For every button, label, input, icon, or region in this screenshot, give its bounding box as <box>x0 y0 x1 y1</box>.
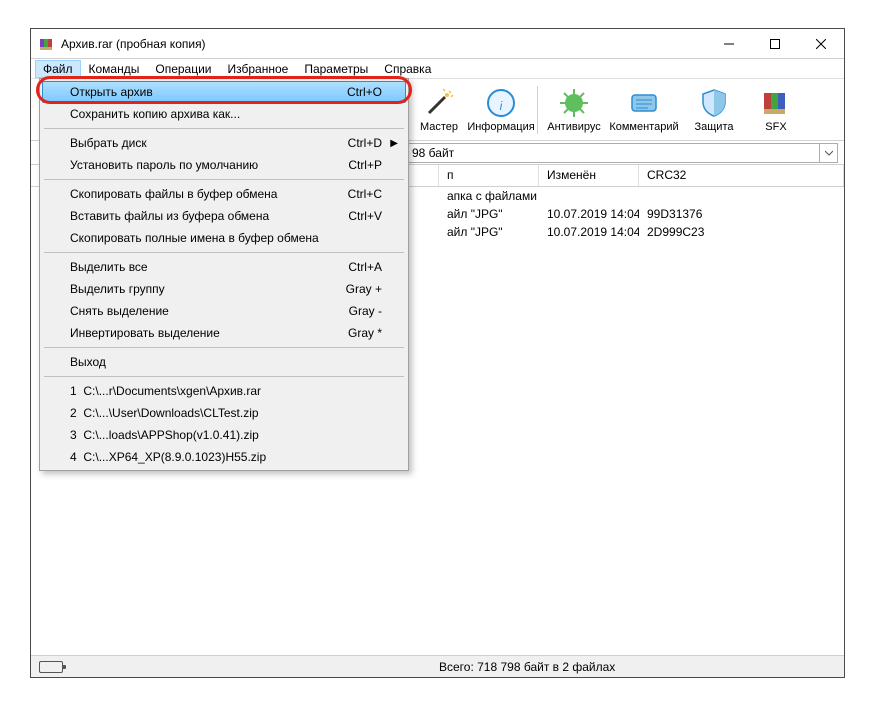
submenu-arrow-icon: ▶ <box>390 138 398 149</box>
menu-open-archive[interactable]: Открыть архив Ctrl+O <box>42 81 406 103</box>
shield-icon <box>698 87 730 119</box>
menu-separator <box>44 252 404 253</box>
menu-separator <box>44 128 404 129</box>
app-icon <box>39 36 55 52</box>
menu-set-password[interactable]: Установить пароль по умолчанию Ctrl+P <box>42 154 406 176</box>
tool-comment[interactable]: Комментарий <box>606 81 682 139</box>
path-dropdown-button[interactable] <box>820 143 838 163</box>
wand-icon <box>423 87 455 119</box>
menubar: Файл Команды Операции Избранное Параметр… <box>31 59 844 79</box>
menu-help[interactable]: Справка <box>376 60 439 78</box>
tool-wizard[interactable]: Мастер <box>409 81 469 139</box>
minimize-button[interactable] <box>706 29 752 59</box>
menu-file[interactable]: Файл <box>35 60 81 78</box>
menu-recent-3[interactable]: 3 C:\...loads\APPShop(v1.0.41).zip <box>42 424 406 446</box>
menu-paste-files[interactable]: Вставить файлы из буфера обмена Ctrl+V <box>42 205 406 227</box>
comment-icon <box>628 87 660 119</box>
menu-invert[interactable]: Инвертировать выделение Gray * <box>42 322 406 344</box>
tool-antivirus[interactable]: Антивирус <box>544 81 604 139</box>
menu-separator <box>44 179 404 180</box>
tool-protect[interactable]: Защита <box>684 81 744 139</box>
toolbar-separator <box>537 86 538 134</box>
menu-deselect[interactable]: Снять выделение Gray - <box>42 300 406 322</box>
col-crc[interactable]: CRC32 <box>639 165 844 186</box>
menu-separator <box>44 376 404 377</box>
close-button[interactable] <box>798 29 844 59</box>
col-type[interactable]: п <box>439 165 539 186</box>
tool-info[interactable]: i Информация <box>471 81 531 139</box>
maximize-button[interactable] <box>752 29 798 59</box>
virus-icon <box>558 87 590 119</box>
menu-separator <box>44 347 404 348</box>
menu-select-all[interactable]: Выделить все Ctrl+A <box>42 256 406 278</box>
menu-recent-1[interactable]: 1 C:\...r\Documents\xgen\Архив.rar <box>42 380 406 402</box>
path-input[interactable] <box>407 143 820 163</box>
info-icon: i <box>485 87 517 119</box>
menu-exit[interactable]: Выход <box>42 351 406 373</box>
statusbar: Всего: 718 798 байт в 2 файлах <box>31 655 844 677</box>
window-title: Архив.rar (пробная копия) <box>61 37 706 51</box>
menu-select-group[interactable]: Выделить группу Gray + <box>42 278 406 300</box>
sfx-icon <box>760 87 792 119</box>
battery-icon <box>39 661 63 673</box>
menu-choose-drive[interactable]: Выбрать диск Ctrl+D ▶ <box>42 132 406 154</box>
menu-commands[interactable]: Команды <box>81 60 148 78</box>
tool-sfx[interactable]: SFX <box>746 81 806 139</box>
status-text: Всего: 718 798 байт в 2 файлах <box>439 660 836 674</box>
file-menu-dropdown: Открыть архив Ctrl+O Сохранить копию арх… <box>39 78 409 471</box>
menu-operations[interactable]: Операции <box>147 60 219 78</box>
svg-text:i: i <box>500 99 503 113</box>
menu-recent-4[interactable]: 4 C:\...XP64_XP(8.9.0.1023)H55.zip <box>42 446 406 468</box>
menu-copy-files[interactable]: Скопировать файлы в буфер обмена Ctrl+C <box>42 183 406 205</box>
menu-favorites[interactable]: Избранное <box>220 60 297 78</box>
menu-save-copy[interactable]: Сохранить копию архива как... <box>42 103 406 125</box>
menu-options[interactable]: Параметры <box>296 60 376 78</box>
menu-recent-2[interactable]: 2 C:\...\User\Downloads\CLTest.zip <box>42 402 406 424</box>
titlebar: Архив.rar (пробная копия) <box>31 29 844 59</box>
menu-copy-names[interactable]: Скопировать полные имена в буфер обмена <box>42 227 406 249</box>
col-modified[interactable]: Изменён <box>539 165 639 186</box>
